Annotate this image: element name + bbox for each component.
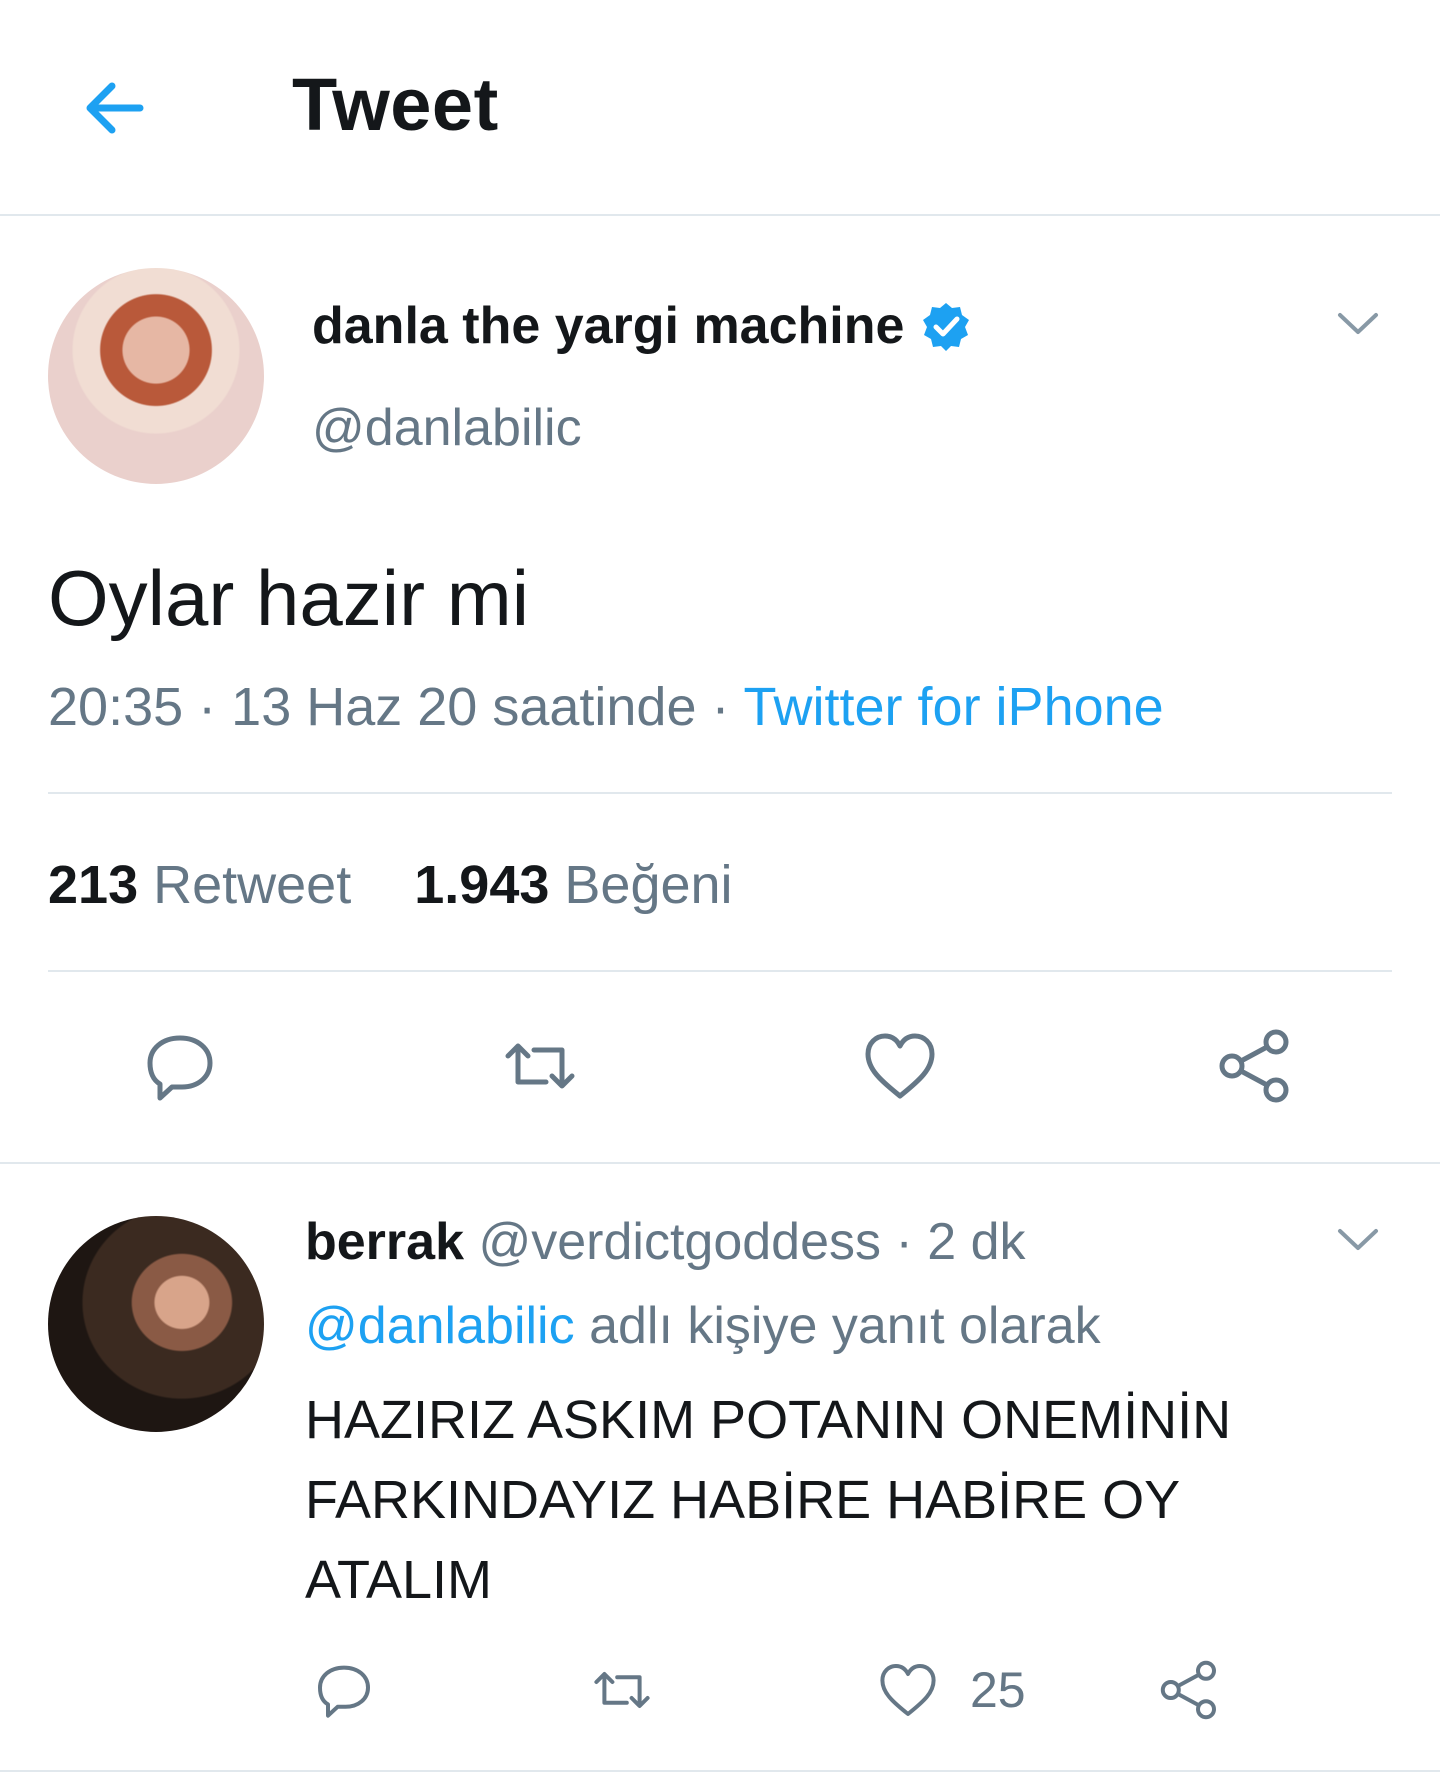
reply-text: HAZIRIZ ASKIM POTANIN ONEMİNİN FARKINDAY… [305,1390,1232,1610]
reply-like-count: 25 [970,1662,1026,1718]
divider [48,792,1392,794]
reply-icon[interactable] [140,1026,220,1106]
tweet-text: Oylar hazir mi [48,554,530,642]
author-handle[interactable]: @danlabilic [312,398,582,458]
separator-dot: · [895,1213,913,1271]
reply-share-button[interactable] [1158,1658,1222,1722]
replying-to-mention[interactable]: @danlabilic [305,1297,575,1355]
tweet-date: 13 Haz 20 saatinde [231,677,697,737]
like-icon [880,1664,936,1716]
reply-avatar[interactable] [48,1216,264,1432]
retweet-icon[interactable] [500,1026,580,1106]
like-stat[interactable]: 1.943 Beğeni [414,854,732,916]
replying-to: @danlabilic adlı kişiye yanıt olarak [305,1296,1101,1356]
chevron-down-icon[interactable] [1336,310,1380,338]
bottom-divider [0,1770,1440,1772]
like-icon[interactable] [860,1026,940,1106]
reply-header: berrak @verdictgoddess · 2 dk [305,1212,1026,1272]
tweet-time: 20:35 [48,677,184,737]
share-icon[interactable] [1216,1026,1296,1106]
verified-badge-icon [923,303,970,351]
thread-divider [0,1162,1440,1164]
reply-age: 2 dk [927,1213,1026,1271]
reply-like-button[interactable]: 25 [876,1658,1026,1722]
divider [48,970,1392,972]
retweet-icon [594,1672,650,1708]
header-divider [0,214,1440,216]
source-link[interactable]: Twitter for iPhone [744,677,1164,737]
reply-reply-button[interactable] [312,1658,376,1722]
back-arrow-icon[interactable] [78,72,150,144]
like-count: 1.943 [414,855,550,915]
reply-display-name[interactable]: berrak [305,1213,464,1271]
like-label: Beğeni [564,855,733,915]
chevron-down-icon[interactable] [1336,1226,1380,1254]
retweet-label: Retweet [153,855,352,915]
reply-handle[interactable]: @verdictgoddess [478,1213,881,1271]
display-name: danla the yargi machine [312,297,905,355]
author-name[interactable]: danla the yargi machine [312,296,972,356]
share-icon [1160,1660,1216,1720]
separator-dot: · [711,677,730,737]
retweet-stat[interactable]: 213 Retweet [48,854,351,916]
replying-to-suffix: adlı kişiye yanıt olarak [589,1297,1101,1355]
separator-dot: · [198,677,217,737]
tweet-meta: 20:35 · 13 Haz 20 saatinde · Twitter for… [48,676,1164,738]
page-title: Tweet [292,63,499,146]
tweet-stats: 213 Retweet 1.943 Beğeni [48,854,733,916]
reply-retweet-button[interactable] [590,1658,654,1722]
reply-icon [318,1665,370,1718]
avatar[interactable] [48,268,264,484]
retweet-count: 213 [48,855,139,915]
